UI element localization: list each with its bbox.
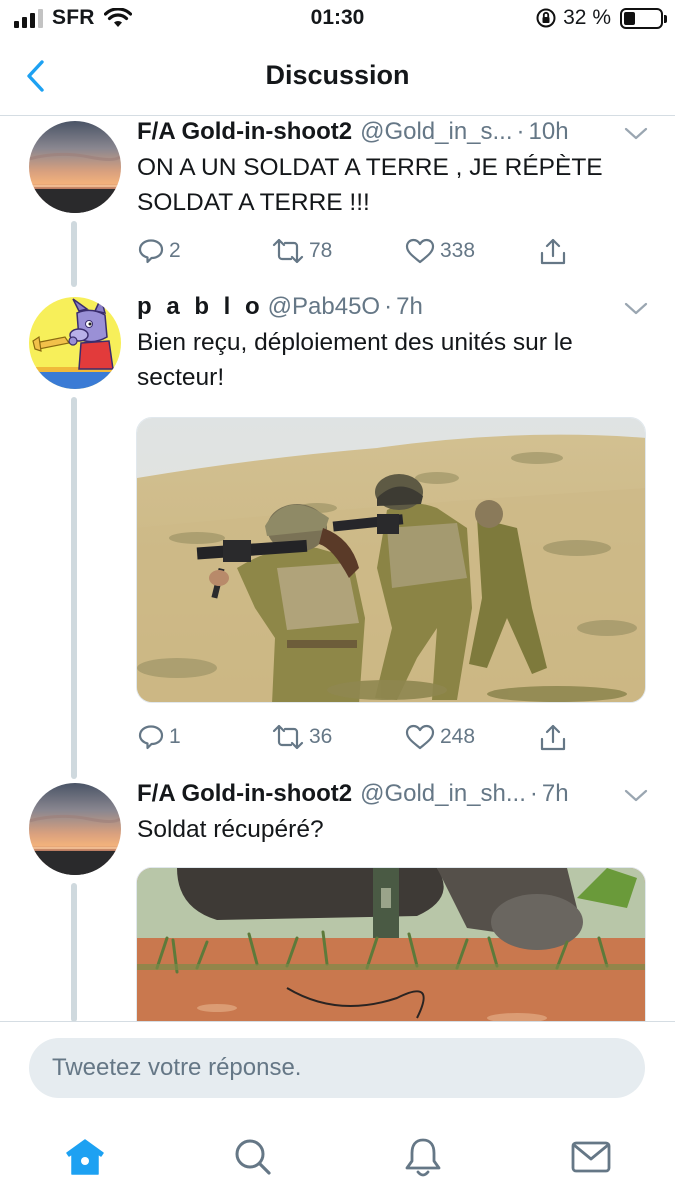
user-handle[interactable]: @Pab45O (268, 292, 380, 322)
battery-fill (624, 11, 636, 25)
tweet-time[interactable]: 7h (542, 779, 569, 809)
like-button[interactable]: 248 (404, 723, 475, 751)
chevron-down-icon[interactable] (623, 788, 649, 804)
tweet-actions: 2 78 338 (137, 237, 577, 271)
display-name[interactable]: F/A Gold-in-shoot2 (137, 779, 352, 809)
separator-dot: · (516, 118, 525, 145)
share-button[interactable] (538, 723, 568, 753)
tweet-1[interactable]: F/A Gold-in-shoot2 @Gold_in_s... · 10h O… (0, 117, 675, 287)
user-handle[interactable]: @Gold_in_s... (360, 117, 512, 147)
search-icon (235, 1139, 271, 1175)
sunset-avatar-image (29, 783, 121, 875)
thread-line (71, 397, 77, 779)
tweet-photo-ground[interactable] (136, 867, 646, 1022)
sunset-avatar-image (29, 121, 121, 213)
tab-bar (0, 1117, 675, 1200)
tab-search[interactable] (228, 1135, 278, 1179)
reply-input[interactable] (29, 1038, 645, 1098)
display-name[interactable]: F/A Gold-in-shoot2 (137, 117, 352, 147)
tab-notifications[interactable] (398, 1135, 448, 1179)
tweet-text: Soldat récupéré? (137, 816, 324, 843)
like-count: 248 (440, 725, 476, 748)
retweet-count: 36 (309, 725, 333, 748)
reply-icon (138, 725, 164, 750)
nav-bar: Discussion (0, 40, 675, 116)
retweet-button[interactable]: 78 (271, 237, 332, 265)
reply-icon (138, 239, 164, 264)
chevron-down-icon[interactable] (623, 126, 649, 142)
tab-home[interactable] (60, 1135, 110, 1179)
tweet-header: F/A Gold-in-shoot2 @Gold_in_s... · 10h (137, 117, 647, 147)
tweet-time[interactable]: 7h (396, 292, 423, 322)
thread-line (71, 221, 77, 287)
chevron-down-icon[interactable] (623, 301, 649, 317)
tweet-thread[interactable]: F/A Gold-in-shoot2 @Gold_in_s... · 10h O… (0, 117, 675, 1022)
reply-button[interactable]: 2 (137, 237, 181, 265)
soldiers-photo-image (137, 418, 645, 702)
battery-percent: 32 % (563, 6, 611, 29)
reply-button[interactable]: 1 (137, 723, 181, 751)
retweet-button[interactable]: 36 (271, 723, 332, 751)
tweet-3[interactable]: F/A Gold-in-shoot2 @Gold_in_sh... · 7h S… (0, 779, 675, 1022)
tweet-photo-soldiers[interactable] (136, 417, 646, 703)
tweet-header: p a b l o @Pab45O · 7h (137, 292, 647, 322)
share-button[interactable] (538, 237, 568, 267)
status-bar: SFR 01:30 32 % (0, 0, 675, 38)
like-count: 338 (440, 239, 476, 262)
separator-dot: · (529, 780, 538, 807)
share-icon (540, 238, 566, 265)
heart-icon (405, 724, 435, 750)
thread-line (71, 883, 77, 1022)
ground-photo-image (137, 868, 645, 1022)
reply-bar (0, 1021, 675, 1116)
like-button[interactable]: 338 (404, 237, 475, 265)
tweet-time[interactable]: 10h (529, 117, 569, 147)
tweet-2[interactable]: p a b l o @Pab45O · 7h Bien reçu, déploi… (0, 287, 675, 779)
avatar[interactable] (29, 783, 121, 875)
bell-icon (405, 1138, 441, 1177)
battery-icon (620, 7, 667, 29)
tweet-header: F/A Gold-in-shoot2 @Gold_in_sh... · 7h (137, 779, 647, 809)
retweet-count: 78 (309, 239, 333, 262)
retweet-icon (272, 724, 304, 750)
retweet-icon (272, 238, 304, 264)
separator-dot: · (384, 293, 393, 320)
share-icon (540, 724, 566, 751)
mail-icon (571, 1141, 611, 1173)
reply-count: 2 (169, 239, 181, 262)
user-handle[interactable]: @Gold_in_sh... (360, 779, 526, 809)
avatar[interactable] (29, 121, 121, 213)
status-bar-right: 32 % (535, 6, 667, 30)
page-title: Discussion (265, 60, 410, 90)
home-icon (66, 1139, 104, 1175)
orientation-lock-icon (536, 8, 556, 28)
avatar[interactable] (29, 297, 121, 389)
heart-icon (405, 238, 435, 264)
reply-count: 1 (169, 725, 181, 748)
tweet-text: Bien reçu, déploiement des unités sur le… (137, 329, 573, 391)
donkey-cartoon-avatar-image (29, 297, 121, 389)
display-name[interactable]: p a b l o (137, 292, 264, 322)
tweet-text: ON A UN SOLDAT A TERRE , JE RÉPÈTE SOLDA… (137, 154, 603, 216)
tweet-actions: 1 36 248 (137, 723, 577, 757)
tab-messages[interactable] (566, 1135, 616, 1179)
twitter-discussion-screen: SFR 01:30 32 % Discussion F/A Gold-in-sh… (0, 0, 675, 1200)
